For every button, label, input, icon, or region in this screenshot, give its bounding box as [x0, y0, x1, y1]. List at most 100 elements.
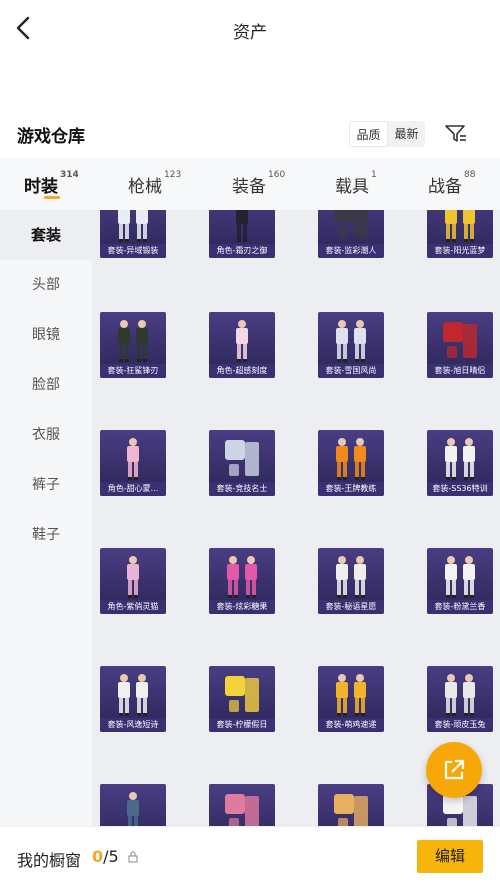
- item-label: 套装-旭日晴侣: [427, 364, 493, 378]
- outfit-image: [443, 322, 477, 358]
- item-label: 套装-粉黛兰香: [427, 600, 493, 614]
- tab-guns[interactable]: 枪械123: [128, 170, 182, 197]
- item-card[interactable]: 角色-超感刻度: [209, 312, 275, 378]
- sidebar-item-face[interactable]: 脸部: [0, 360, 92, 410]
- item-card[interactable]: 套装-阳光蓝梦: [427, 210, 493, 258]
- outfit-image: [225, 794, 259, 826]
- tab-fashion[interactable]: 时装314: [24, 170, 79, 197]
- item-card[interactable]: 套装-竞技名士: [209, 430, 275, 496]
- item-card[interactable]: 套装-秘语星愿: [318, 548, 384, 614]
- item-grid: 套装-异域锻装 角色-霜刃之御 套装-监彩潮人 套装-阳光蓝梦套装-狂鲨锋刃 角色-超感…: [92, 210, 500, 826]
- page-title: 资产: [233, 23, 267, 43]
- item-card[interactable]: 套装-萌鸡速递: [318, 666, 384, 732]
- item-label: 套装-王牌教练: [318, 482, 384, 496]
- outfit-image: [118, 320, 148, 362]
- item-label: 套装-炫彩糖果: [209, 600, 275, 614]
- outfit-image: [225, 440, 259, 476]
- outfit-image: [118, 210, 148, 242]
- item-card[interactable]: 套装-监彩潮人: [318, 210, 384, 258]
- sidebar-item-shoes[interactable]: 鞋子: [0, 510, 92, 560]
- edit-button[interactable]: 编辑: [417, 840, 483, 873]
- item-card[interactable]: 套装-狂鲨锋刃: [100, 312, 166, 378]
- item-card[interactable]: 套装-柠檬假日: [209, 666, 275, 732]
- item-card[interactable]: 套装-风逸短诗: [100, 666, 166, 732]
- item-card[interactable]: 套装-炫彩糖果: [209, 548, 275, 614]
- share-external-icon: [444, 759, 465, 780]
- item-label: 套装-异域锻装: [100, 244, 166, 258]
- item-label: 套装-监彩潮人: [318, 244, 384, 258]
- sort-latest-button[interactable]: 最新: [388, 121, 425, 147]
- item-label: 角色-霜刃之御: [209, 244, 275, 258]
- item-label: 套装-柠檬假日: [209, 718, 275, 732]
- tab-count: 160: [268, 170, 286, 180]
- item-card[interactable]: 套装-异域锻装: [100, 210, 166, 258]
- category-tabs: 时装314 枪械123 装备160 载具1 战备88: [0, 158, 500, 210]
- showcase-total: 5: [108, 847, 119, 866]
- item-label: 套装-萌鸡速递: [318, 718, 384, 732]
- active-tab-indicator: [44, 196, 60, 199]
- outfit-image: [334, 210, 368, 238]
- sidebar-item-head[interactable]: 头部: [0, 260, 92, 310]
- item-card[interactable]: 套装-王牌教练: [318, 430, 384, 496]
- tab-count: 88: [464, 170, 476, 180]
- item-card[interactable]: [209, 784, 275, 826]
- tab-label: 装备: [232, 177, 266, 197]
- item-card[interactable]: 角色-甜心蒙...: [100, 430, 166, 496]
- subcategory-sidebar: 套装 头部 眼镜 脸部 衣服 裤子 鞋子: [0, 210, 92, 826]
- item-label: 套装-阳光蓝梦: [427, 244, 493, 258]
- sort-toggle: 品质 最新: [349, 121, 425, 147]
- tab-label: 载具: [335, 177, 369, 197]
- tab-combat-supplies[interactable]: 战备88: [428, 170, 476, 197]
- item-label: 套装-秘语星愿: [318, 600, 384, 614]
- tab-label: 枪械: [128, 177, 162, 197]
- item-card[interactable]: [318, 784, 384, 826]
- outfit-image: [445, 438, 475, 480]
- item-label: 套装-顽皮玉兔: [427, 718, 493, 732]
- item-card[interactable]: 角色-霜刃之御: [209, 210, 275, 258]
- outfit-image: [118, 674, 148, 716]
- item-card[interactable]: 套装-顽皮玉兔: [427, 666, 493, 732]
- outfit-image: [336, 674, 366, 716]
- outfit-image: [445, 556, 475, 598]
- lock-icon: [128, 851, 138, 863]
- outfit-image: [445, 210, 475, 242]
- outfit-image: [227, 556, 257, 598]
- showcase-bar: 我的橱窗 0/5 编辑: [0, 826, 500, 885]
- item-label: 套装-SS36特训: [427, 482, 493, 496]
- item-card[interactable]: 套装-雪国风尚: [318, 312, 384, 378]
- item-label: 套装-狂鲨锋刃: [100, 364, 166, 378]
- tab-label: 战备: [428, 177, 462, 197]
- sidebar-item-clothes[interactable]: 衣服: [0, 410, 92, 460]
- tab-label: 时装: [24, 177, 58, 197]
- tab-count: 123: [164, 170, 182, 180]
- outfit-image: [445, 674, 475, 716]
- sort-quality-button[interactable]: 品质: [349, 121, 388, 147]
- item-card[interactable]: 套装-粉黛兰香: [427, 548, 493, 614]
- item-card[interactable]: [100, 784, 166, 826]
- showcase-label: 我的橱窗: [17, 851, 82, 870]
- share-button[interactable]: [426, 742, 482, 798]
- tab-equipment[interactable]: 装备160: [232, 170, 286, 197]
- sidebar-item-suits[interactable]: 套装: [0, 210, 92, 260]
- sidebar-item-glasses[interactable]: 眼镜: [0, 310, 92, 360]
- sidebar-item-pants[interactable]: 裤子: [0, 460, 92, 510]
- item-label: 角色-紫俏灵猫: [100, 600, 166, 614]
- item-card[interactable]: 角色-紫俏灵猫: [100, 548, 166, 614]
- item-label: 套装-风逸短诗: [100, 718, 166, 732]
- top-bar: 资产: [0, 0, 500, 58]
- outfit-image: [236, 320, 248, 362]
- outfit-image: [127, 438, 139, 480]
- tab-vehicles[interactable]: 载具1: [335, 170, 377, 197]
- outfit-image: [225, 676, 259, 712]
- item-label: 套装-竞技名士: [209, 482, 275, 496]
- item-card[interactable]: 套装-SS36特训: [427, 430, 493, 496]
- warehouse-title: 游戏仓库: [17, 127, 85, 147]
- tab-count: 1: [371, 170, 377, 180]
- outfit-image: [336, 438, 366, 480]
- item-card[interactable]: 套装-旭日晴侣: [427, 312, 493, 378]
- outfit-image: [336, 556, 366, 598]
- outfit-image: [127, 556, 139, 598]
- outfit-image: [236, 210, 248, 242]
- warehouse-header: 游戏仓库 品质 最新: [0, 112, 500, 158]
- filter-icon[interactable]: [444, 122, 468, 146]
